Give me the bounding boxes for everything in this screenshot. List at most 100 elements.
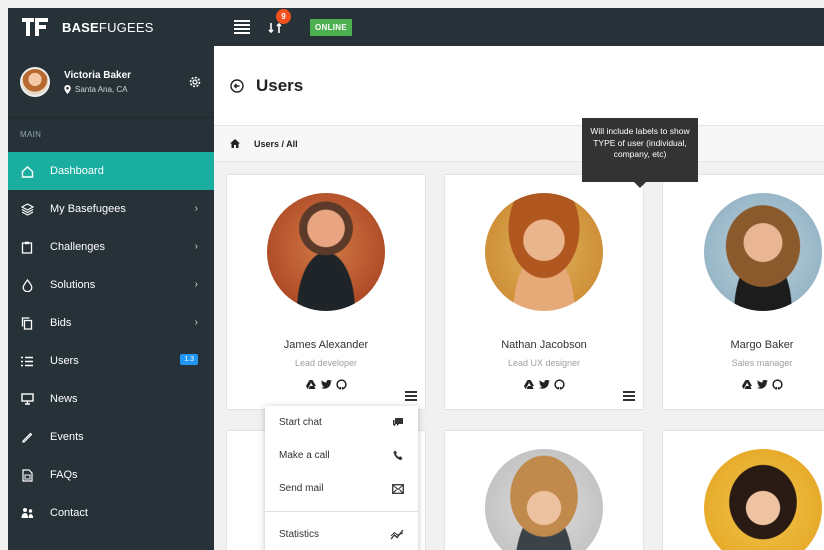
monitor-icon xyxy=(20,392,34,406)
card-context-menu: Start chat Make a call Send mail Statist… xyxy=(265,406,418,550)
location-pin-icon xyxy=(64,84,71,94)
user-avatar[interactable] xyxy=(485,193,603,311)
people-icon xyxy=(20,506,34,520)
chevron-right-icon: › xyxy=(194,203,198,214)
sidebar-item-my-basefugees[interactable]: My Basefugees › xyxy=(8,190,214,228)
sidebar-item-label: Bids xyxy=(50,317,72,329)
sidebar-item-contact[interactable]: Contact xyxy=(8,494,214,532)
sidebar-item-events[interactable]: Events xyxy=(8,418,214,456)
user-avatar[interactable] xyxy=(704,449,822,550)
profile-name: Victoria Baker xyxy=(64,69,132,81)
chevron-right-icon: › xyxy=(194,317,198,328)
user-role: Sales manager xyxy=(731,358,793,368)
social-links xyxy=(227,378,425,390)
section-label: MAIN xyxy=(20,130,42,139)
pen-icon xyxy=(20,430,34,444)
sidebar-item-label: Dashboard xyxy=(50,165,104,177)
breadcrumb-path[interactable]: Users / All xyxy=(254,139,298,149)
home-icon[interactable] xyxy=(230,139,240,148)
chevron-right-icon: › xyxy=(194,241,198,252)
user-avatar[interactable] xyxy=(704,193,822,311)
profile-location: Santa Ana, CA xyxy=(64,84,131,94)
layers-icon xyxy=(20,202,34,216)
sidebar-item-label: News xyxy=(50,393,78,405)
sidebar-item-label: FAQs xyxy=(50,469,78,481)
logo-icon xyxy=(22,18,48,36)
chat-icon xyxy=(393,418,403,427)
notifications-button[interactable]: 9 xyxy=(268,9,291,35)
user-role: Lead developer xyxy=(294,358,358,368)
users-count-badge: 1.3 xyxy=(180,354,198,365)
github-icon[interactable] xyxy=(771,378,783,390)
user-profile: Victoria Baker Santa Ana, CA xyxy=(8,46,214,118)
menu-item-make-a-call[interactable]: Make a call xyxy=(265,439,418,472)
card-menu-button[interactable] xyxy=(623,391,635,401)
sidebar-item-bids[interactable]: Bids › xyxy=(8,304,214,342)
user-card[interactable] xyxy=(662,430,824,550)
sidebar-nav: Dashboard My Basefugees › Challenges › S… xyxy=(8,152,214,532)
page-header: Users xyxy=(214,46,824,126)
sidebar-item-faqs[interactable]: FAQs xyxy=(8,456,214,494)
logo[interactable]: BASEFUGEES xyxy=(8,8,214,46)
google-drive-icon[interactable] xyxy=(523,378,535,390)
user-role: Lead UX designer xyxy=(507,358,581,368)
sidebar-item-label: Challenges xyxy=(50,241,106,253)
sidebar-item-label: Events xyxy=(50,431,84,443)
document-icon xyxy=(20,468,34,482)
chevron-right-icon: › xyxy=(194,279,198,290)
online-status-badge: ONLINE xyxy=(310,18,353,36)
drop-icon xyxy=(20,278,34,292)
sidebar-item-challenges[interactable]: Challenges › xyxy=(8,228,214,266)
user-name: James Alexander xyxy=(283,339,369,351)
sidebar-item-solutions[interactable]: Solutions › xyxy=(8,266,214,304)
user-card[interactable] xyxy=(444,430,644,550)
user-avatar[interactable] xyxy=(485,449,603,550)
sidebar-item-news[interactable]: News xyxy=(8,380,214,418)
user-name: Nathan Jacobson xyxy=(501,339,587,351)
mail-icon xyxy=(392,483,404,494)
menu-item-send-mail[interactable]: Send mail xyxy=(265,472,418,505)
social-links xyxy=(445,378,643,390)
main-content: Users Users / All James Alexander Lead d… xyxy=(214,46,824,550)
social-links xyxy=(663,378,824,390)
sidebar: Victoria Baker Santa Ana, CA MAIN Dashbo… xyxy=(8,46,214,550)
user-card[interactable]: James Alexander Lead developer xyxy=(226,174,426,410)
user-name: Margo Baker xyxy=(730,339,794,351)
back-arrow-icon[interactable] xyxy=(230,78,244,93)
sidebar-item-label: Contact xyxy=(50,507,88,519)
google-drive-icon[interactable] xyxy=(305,378,317,390)
gear-icon[interactable] xyxy=(188,75,202,89)
menu-divider xyxy=(265,511,418,512)
page-title: Users xyxy=(256,75,304,95)
phone-icon xyxy=(393,450,403,461)
sidebar-item-dashboard[interactable]: Dashboard xyxy=(8,152,214,190)
notification-badge: 9 xyxy=(276,9,291,24)
user-card[interactable]: Nathan Jacobson Lead UX designer xyxy=(444,174,644,410)
github-icon[interactable] xyxy=(335,378,347,390)
sidebar-item-users[interactable]: Users 1.3 xyxy=(8,342,214,380)
menu-item-start-chat[interactable]: Start chat xyxy=(265,406,418,439)
user-avatar[interactable] xyxy=(267,193,385,311)
menu-item-statistics[interactable]: Statistics xyxy=(265,518,418,550)
breadcrumb: Users / All xyxy=(214,126,824,162)
tooltip: Will include labels to show TYPE of user… xyxy=(582,118,698,182)
google-drive-icon[interactable] xyxy=(741,378,753,390)
sidebar-item-label: Solutions xyxy=(50,279,96,291)
user-card[interactable]: Margo Baker Sales manager xyxy=(662,174,824,410)
github-icon[interactable] xyxy=(553,378,565,390)
hamburger-menu-icon[interactable] xyxy=(234,20,250,34)
twitter-icon[interactable] xyxy=(538,378,550,390)
copy-icon xyxy=(20,316,34,330)
list-icon xyxy=(20,354,34,368)
top-bar: BASEFUGEES 9 ONLINE xyxy=(8,8,824,46)
sidebar-item-label: My Basefugees xyxy=(50,203,126,215)
twitter-icon[interactable] xyxy=(320,378,332,390)
home-icon xyxy=(20,164,34,178)
clipboard-icon xyxy=(20,240,34,254)
chart-line-icon xyxy=(390,529,404,540)
sidebar-item-label: Users xyxy=(50,355,79,367)
twitter-icon[interactable] xyxy=(756,378,768,390)
card-menu-button[interactable] xyxy=(405,391,417,401)
avatar[interactable] xyxy=(20,66,50,97)
brand-name: BASEFUGEES xyxy=(62,19,154,35)
